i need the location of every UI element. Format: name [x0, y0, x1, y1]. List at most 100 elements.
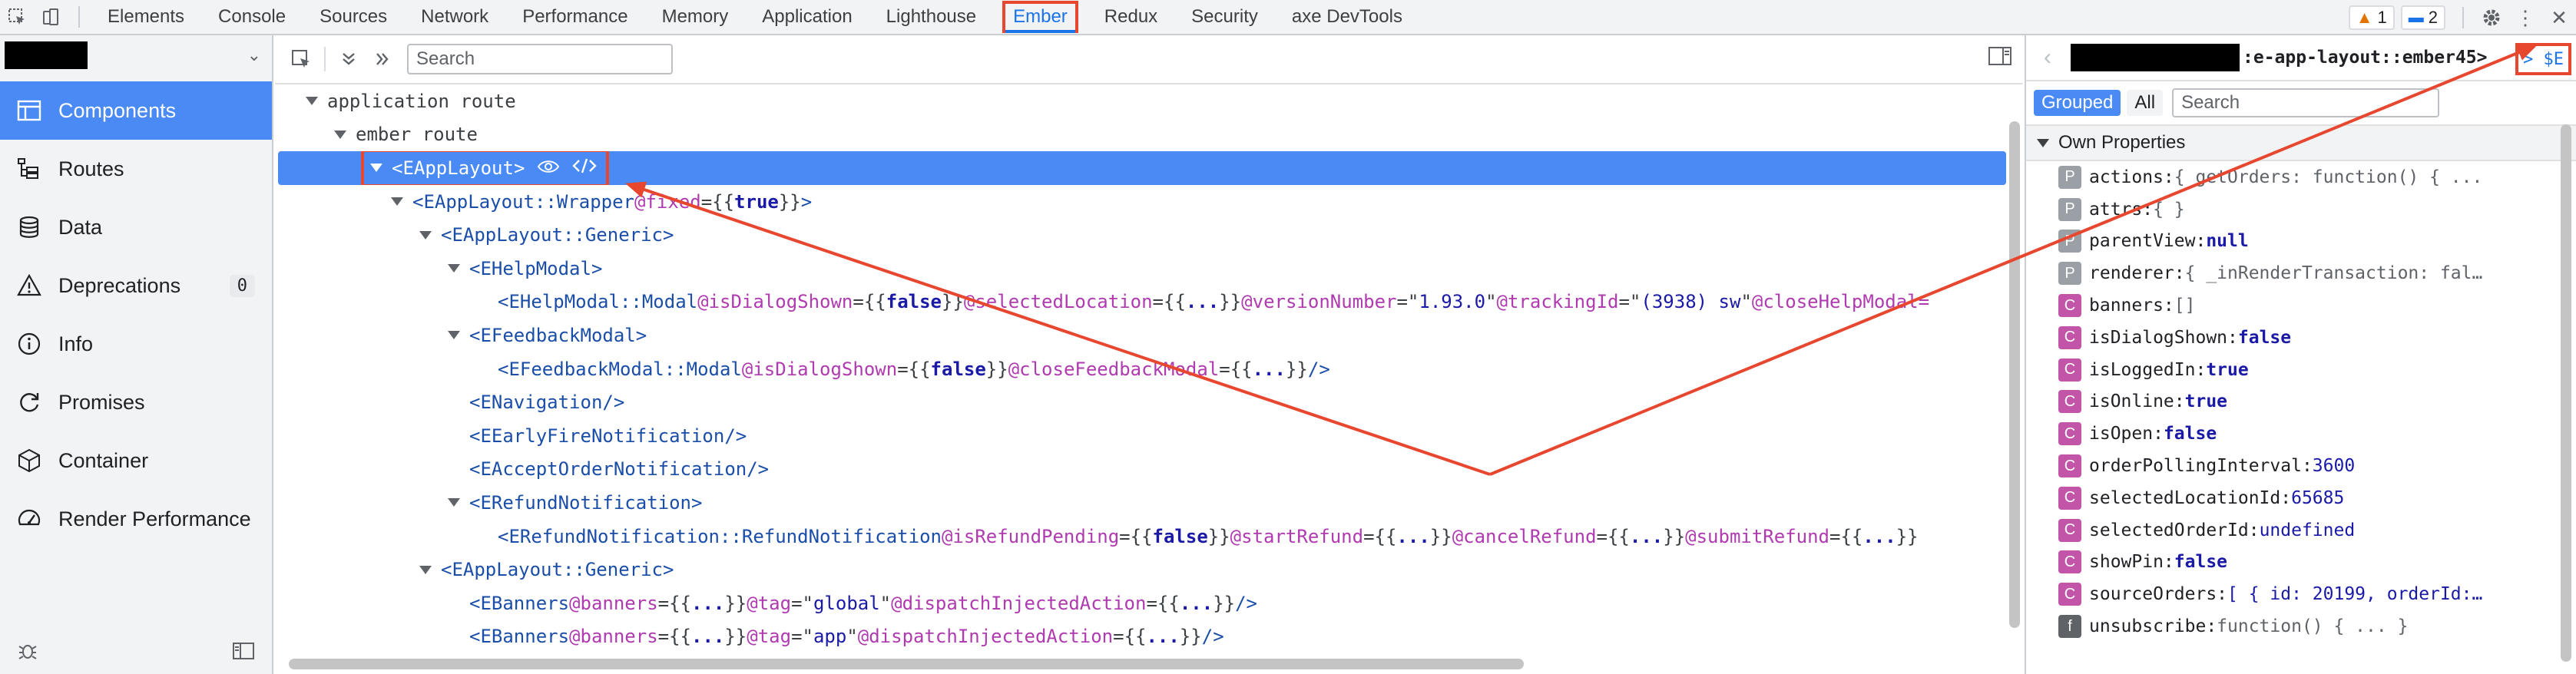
selected-tree-row[interactable]: <EAppLayout> [278, 151, 2006, 185]
property-value[interactable]: function() { ... } [2217, 616, 2408, 636]
property-row[interactable]: Prenderer: { _inRenderTransaction: fal… [2058, 257, 2576, 289]
sidebar-item-routes[interactable]: Routes [0, 140, 272, 198]
expand-triangle-icon[interactable] [370, 164, 382, 173]
expand-all-icon[interactable] [332, 42, 366, 76]
collapse-all-icon[interactable] [366, 42, 399, 76]
property-row[interactable]: PparentView: null [2058, 226, 2576, 258]
own-properties-section-header[interactable]: Own Properties [2026, 124, 2576, 161]
tab-memory[interactable]: Memory [645, 0, 746, 35]
property-value[interactable]: { _inRenderTransaction: fal… [2185, 263, 2483, 283]
tree-row[interactable]: <EAppLayout::Generic> [275, 553, 2006, 586]
eye-icon[interactable] [537, 157, 560, 179]
expand-triangle-icon[interactable] [306, 97, 318, 106]
property-value[interactable]: [] [2174, 296, 2196, 316]
code-icon[interactable] [572, 157, 598, 179]
property-value[interactable]: true [2206, 360, 2248, 380]
property-row[interactable]: CselectedOrderId: undefined [2058, 514, 2576, 547]
expand-triangle-icon[interactable] [448, 264, 460, 273]
property-value[interactable]: 65685 [2291, 488, 2344, 508]
sidebar-item-promises[interactable]: Promises [0, 373, 272, 431]
sidebar-item-render-performance[interactable]: Render Performance [0, 490, 272, 548]
tab-ember[interactable]: Ember [1002, 1, 1078, 33]
property-value[interactable]: { } [2153, 200, 2185, 220]
expand-triangle-icon[interactable] [419, 565, 432, 574]
property-row[interactable]: CisOpen: false [2058, 418, 2576, 450]
tab-sources[interactable]: Sources [303, 0, 404, 35]
tree-vertical-scrollbar[interactable] [2009, 121, 2020, 628]
property-value[interactable]: undefined [2260, 520, 2356, 540]
property-value[interactable]: false [2174, 552, 2227, 572]
property-row[interactable]: CsourceOrders: [ { id: 20199, orderId:… [2058, 578, 2576, 610]
tree-row[interactable]: <EAcceptOrderNotification/> [275, 453, 2006, 487]
tree-row[interactable]: <ENavigation/> [275, 385, 2006, 419]
tab-redux[interactable]: Redux [1088, 0, 1174, 35]
tree-row[interactable]: <EAppLayout::Generic> [275, 218, 2006, 252]
sidebar-item-components[interactable]: Components [0, 81, 272, 140]
property-value[interactable]: null [2206, 231, 2248, 251]
property-value[interactable]: [ { id: 20199, orderId:… [2227, 584, 2482, 604]
tree-row[interactable]: application route [275, 84, 2006, 118]
tab-grouped[interactable]: Grouped [2034, 90, 2121, 116]
property-row[interactable]: CorderPollingInterval: 3600 [2058, 450, 2576, 482]
tree-row[interactable]: <ERefundNotification> [275, 486, 2006, 520]
sidebar-item-deprecations[interactable]: Deprecations 0 [0, 256, 272, 315]
select-component-icon[interactable] [284, 42, 318, 76]
property-value[interactable]: false [2238, 328, 2291, 348]
tree-row[interactable]: <ERefundNotification::RefundNotification… [275, 520, 2006, 553]
device-toolbar-icon[interactable] [34, 0, 68, 35]
expand-triangle-icon[interactable] [448, 498, 460, 507]
tree-row[interactable]: <EHelpModal> [275, 252, 2006, 286]
property-row[interactable]: CselectedLocationId: 65685 [2058, 482, 2576, 514]
property-row[interactable]: CshowPin: false [2058, 547, 2576, 579]
tree-row[interactable]: <EHelpModal::Modal @isDialogShown ={{fals… [275, 286, 2006, 319]
component-search-input[interactable] [407, 44, 673, 74]
property-row[interactable]: CisDialogShown: false [2058, 322, 2576, 354]
sidebar-item-data[interactable]: Data [0, 198, 272, 256]
bug-icon[interactable] [17, 640, 38, 666]
more-options-icon[interactable]: ⋮ [2508, 0, 2542, 35]
tree-row[interactable]: <EAppLayout::Wrapper @fixed ={{true}} > [275, 185, 2006, 219]
app-selector-dropdown[interactable]: ⌄ [5, 40, 266, 71]
tree-row[interactable]: <EBanners @banners ={{...}} @tag =" app " @d… [275, 620, 2006, 654]
sidebar-item-container[interactable]: Container [0, 431, 272, 490]
tab-performance[interactable]: Performance [505, 0, 644, 35]
tree-row[interactable]: <EEarlyFireNotification/> [275, 419, 2006, 453]
expand-triangle-icon[interactable] [391, 197, 403, 206]
tab-application[interactable]: Application [745, 0, 869, 35]
sidebar-item-info[interactable]: Info [0, 315, 272, 373]
property-row[interactable]: f unsubscribe: function() { ... } [2058, 610, 2576, 643]
close-devtools-icon[interactable]: ✕ [2542, 0, 2576, 35]
property-row[interactable]: CisLoggedIn: true [2058, 354, 2576, 386]
expand-triangle-icon[interactable] [419, 230, 432, 240]
inspect-element-icon[interactable] [0, 0, 34, 35]
tree-row[interactable]: <EFeedbackModal> [275, 319, 2006, 352]
send-to-console-button[interactable]: > $E [2515, 43, 2571, 75]
tree-horizontal-scrollbar[interactable] [289, 659, 1524, 669]
property-value[interactable]: false [2164, 424, 2217, 444]
tree-row[interactable]: ember route [275, 118, 2006, 152]
tab-lighthouse[interactable]: Lighthouse [869, 0, 993, 35]
tab-all[interactable]: All [2127, 90, 2164, 116]
back-chevron-icon[interactable]: ‹ [2034, 45, 2061, 71]
tab-console[interactable]: Console [201, 0, 303, 35]
expand-triangle-icon[interactable] [334, 130, 346, 139]
properties-scrollbar[interactable] [2561, 124, 2571, 662]
property-search-input[interactable] [2172, 88, 2440, 117]
property-value[interactable]: true [2185, 392, 2227, 411]
property-row[interactable]: CisOnline: true [2058, 386, 2576, 418]
property-row[interactable]: Pactions: { getOrders: function() { ... [2058, 161, 2576, 193]
tab-network[interactable]: Network [404, 0, 505, 35]
property-row[interactable]: Pattrs: { } [2058, 193, 2576, 226]
tree-row[interactable]: <EBanners @banners ={{...}} @tag =" global "… [275, 586, 2006, 620]
property-row[interactable]: Cbanners: [] [2058, 289, 2576, 322]
toggle-panel-icon[interactable] [1988, 45, 2012, 71]
toggle-sidebar-icon[interactable] [232, 641, 255, 665]
tree-row[interactable]: <EFeedbackModal::Modal @isDialogShown ={{… [275, 352, 2006, 386]
property-value[interactable]: { getOrders: function() { ... [2174, 167, 2483, 187]
settings-gear-icon[interactable] [2475, 0, 2508, 35]
expand-triangle-icon[interactable] [448, 331, 460, 340]
property-value[interactable]: 3600 [2313, 456, 2355, 476]
messages-badge[interactable]: ▬ 2 [2400, 5, 2445, 30]
tab-axe-devtools[interactable]: axe DevTools [1275, 0, 1419, 35]
tab-security[interactable]: Security [1174, 0, 1275, 35]
